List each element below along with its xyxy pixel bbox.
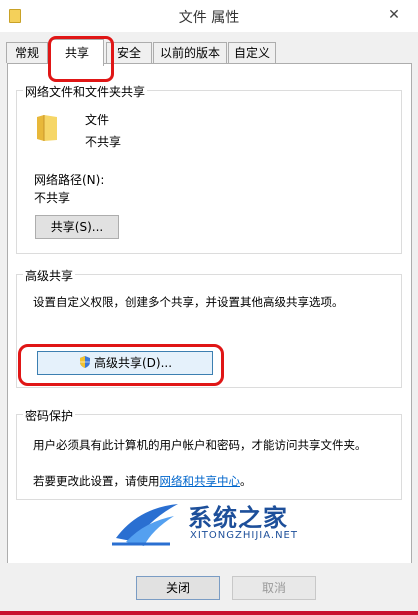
bottom-border [0, 611, 418, 615]
advanced-sharing-group: 高级共享 设置自定义权限，创建多个共享，并设置其他高级共享选项。 高级共享(D)… [16, 267, 402, 388]
close-icon[interactable]: ✕ [382, 4, 406, 26]
shield-icon [79, 356, 90, 368]
network-sharing-center-link[interactable]: 网络和共享中心 [160, 474, 241, 488]
change-setting-prefix: 若要更改此设置，请使用 [33, 474, 160, 488]
network-path-label: 网络路径(N): [34, 173, 105, 187]
folder-icon [37, 115, 57, 141]
window-title: 文件 属性 [178, 10, 240, 26]
tab-security[interactable]: 安全 [106, 42, 152, 63]
advanced-sharing-button-label: 高级共享(D)... [93, 356, 173, 370]
watermark-logo: 系统之家 XITONGZHIJIA.NET [108, 496, 318, 552]
tab-customize[interactable]: 自定义 [228, 42, 276, 63]
tab-previous-versions[interactable]: 以前的版本 [153, 42, 227, 63]
network-sharing-group: 网络文件和文件夹共享 文件 不共享 网络路径(N): 不共享 共享(S)... [16, 83, 402, 254]
change-setting-text: 若要更改此设置，请使用网络和共享中心。 [33, 473, 252, 489]
tab-general[interactable]: 常规 [6, 42, 48, 63]
shared-item-name: 文件 [85, 113, 110, 127]
password-protection-group: 密码保护 用户必须具有此计算机的用户帐户和密码，才能访问共享文件夹。 若要更改此… [16, 407, 402, 500]
watermark-subtext: XITONGZHIJIA.NET [190, 530, 298, 541]
advanced-sharing-button[interactable]: 高级共享(D)... [37, 351, 213, 375]
password-protection-description: 用户必须具有此计算机的用户帐户和密码，才能访问共享文件夹。 [33, 438, 367, 452]
advanced-sharing-title: 高级共享 [23, 267, 76, 284]
advanced-sharing-description: 设置自定义权限，创建多个共享，并设置其他高级共享选项。 [33, 295, 344, 309]
logo-icon [112, 504, 178, 546]
shared-item-status: 不共享 [85, 135, 122, 149]
title-bar: 文件 属性 ✕ [0, 0, 418, 32]
tab-sharing[interactable]: 共享 [50, 39, 104, 66]
sharing-panel: 网络文件和文件夹共享 文件 不共享 网络路径(N): 不共享 共享(S)... … [7, 63, 412, 565]
cancel-button[interactable]: 取消 [232, 576, 316, 600]
dialog-footer: 关闭 取消 [0, 563, 418, 615]
share-button[interactable]: 共享(S)... [35, 215, 119, 239]
close-button[interactable]: 关闭 [136, 576, 220, 600]
password-protection-title: 密码保护 [23, 407, 76, 424]
change-setting-suffix: 。 [240, 474, 252, 488]
network-path-value: 不共享 [34, 191, 71, 205]
watermark-text: 系统之家 [188, 504, 288, 532]
network-sharing-title: 网络文件和文件夹共享 [23, 83, 148, 100]
